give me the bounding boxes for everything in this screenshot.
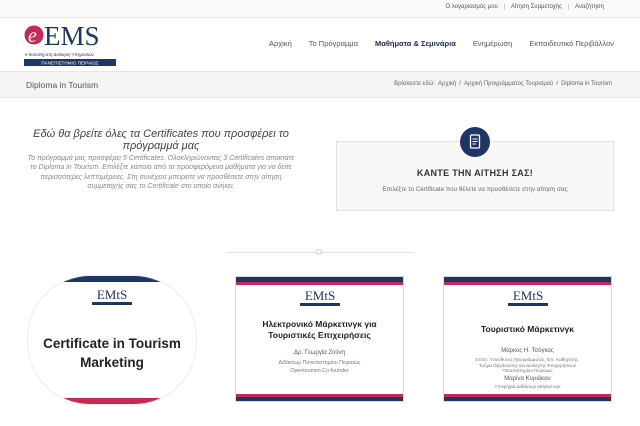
card-instructor: Μάρκος Η. Τσόγκας: [501, 348, 554, 354]
card-top-accent: [236, 282, 403, 285]
cta-title: ΚΑΝΤΕ ΤΗΝ ΑΙΤΗΣΗ ΣΑΣ!: [416, 168, 534, 178]
card-bottom-band: [444, 397, 611, 401]
logo-tagline: e-learning στη Διοίκηση Υπηρεσιών: [25, 52, 95, 57]
card-instructor-line: Πανεπιστημίου Πειραιώς: [502, 368, 553, 373]
card-instructor-line: Διδάκτωρ Πανεπιστημίου Πειραιώς: [278, 360, 361, 366]
breadcrumb-home[interactable]: Αρχική: [438, 81, 456, 87]
emts-logo: EMtS: [92, 287, 132, 305]
card-instructor-2-line: Υποψήφια Διδάκτωρ Μάρκετινγκ: [494, 384, 561, 389]
nav-courses[interactable]: Μαθήματα & Σεμινάρια: [375, 39, 456, 48]
card-instructor: Δρ. Γεωργία Ζούνη: [294, 350, 345, 356]
certificate-card-emarketing[interactable]: EMtS Ηλεκτρονικό Μάρκετινγκ για Τουριστι…: [235, 276, 404, 402]
logo-text: EMS: [44, 21, 100, 51]
card-instructor-2: Μαρίνα Κυριάκου: [504, 376, 551, 382]
top-utility-bar: Ο λογαριασμός μου Αίτηση Συμμετοχής Αναζ…: [0, 0, 640, 18]
search-link[interactable]: Αναζήτηση: [568, 4, 610, 10]
divider-dot: [316, 249, 322, 255]
card-bottom-band: [236, 397, 403, 401]
card-logo-text: EMtS: [304, 288, 334, 303]
card-top-accent: [444, 282, 611, 285]
card-title: Τουριστικό Μάρκετινγκ: [481, 324, 574, 334]
emts-logo: EMtS: [507, 288, 548, 306]
nav-program[interactable]: Το Πρόγραμμα: [309, 39, 358, 48]
breadcrumb-sep: /: [556, 81, 559, 87]
page-title: Diploma in Tourism: [26, 80, 99, 90]
intro-body: Το πρόγραμμά μας προσφέρει 5 Certificate…: [27, 155, 295, 191]
card-logo-text: EMtS: [512, 288, 542, 303]
site-header: e EMS e-learning στη Διοίκηση Υπηρεσιών …: [0, 18, 640, 68]
top-links: Ο λογαριασμός μου Αίτηση Συμμετοχής Αναζ…: [439, 4, 610, 10]
intro-heading: Εδώ θα βρείτε όλες τα Certificates που π…: [33, 128, 289, 152]
nav-news[interactable]: Ενημέρωση: [473, 39, 513, 48]
nav-learning-env[interactable]: Εκπαιδευτικό Περιβάλλον: [529, 39, 614, 48]
logo-university: ΠΑΝΕΠΙΣΤΗΜΙΟ ΠΕΙΡΑΙΩΣ: [41, 61, 98, 66]
breadcrumb-current: Diploma in Tourism: [561, 81, 612, 87]
cta-text: Επιλέξτε το Certificate που θέλετε να πρ…: [382, 186, 568, 193]
card-bottom-band: [28, 398, 196, 404]
breadcrumb-prefix: Βρίσκεστε εδώ:: [394, 81, 436, 87]
document-icon: [460, 127, 490, 157]
main-nav: Αρχική Το Πρόγραμμα Μαθήματα & Σεμινάρια…: [252, 39, 614, 48]
certificate-card-tourism-marketing-course[interactable]: EMtS Τουριστικό Μάρκετινγκ Μάρκος Η. Τσό…: [443, 276, 612, 402]
intro-section: Εδώ θα βρείτε όλες τα Certificates που π…: [26, 128, 296, 192]
card-instructor-line: Opentourism Co-founder: [290, 368, 349, 374]
breadcrumb-sep: /: [459, 81, 461, 87]
card-title: Ηλεκτρονικό Μάρκετινγκ για Τουριστικές Ε…: [262, 319, 377, 340]
card-top-band: [28, 276, 196, 282]
emts-logo: EMtS: [299, 288, 340, 306]
svg-text:e: e: [28, 25, 37, 47]
breadcrumb: Βρίσκεστε εδώ: Αρχική / Αρχική Προγράμμα…: [391, 81, 612, 87]
certificate-card-tourism-marketing[interactable]: EMtS Certificate in Tourism Marketing: [28, 276, 196, 404]
ems-logo[interactable]: e EMS e-learning στη Διοίκηση Υπηρεσιών …: [24, 20, 116, 68]
breadcrumb-tourism-home[interactable]: Αρχική Προγράμματος Τουρισμού: [464, 81, 553, 87]
card-title: Certificate in Tourism Marketing: [43, 336, 181, 370]
nav-home[interactable]: Αρχική: [269, 39, 292, 48]
card-logo-text: EMtS: [97, 287, 127, 302]
application-link[interactable]: Αίτηση Συμμετοχής: [503, 4, 568, 10]
my-account-link[interactable]: Ο λογαριασμός μου: [439, 4, 503, 10]
page-title-bar: Diploma in Tourism Βρίσκεστε εδώ: Αρχική…: [0, 71, 640, 98]
